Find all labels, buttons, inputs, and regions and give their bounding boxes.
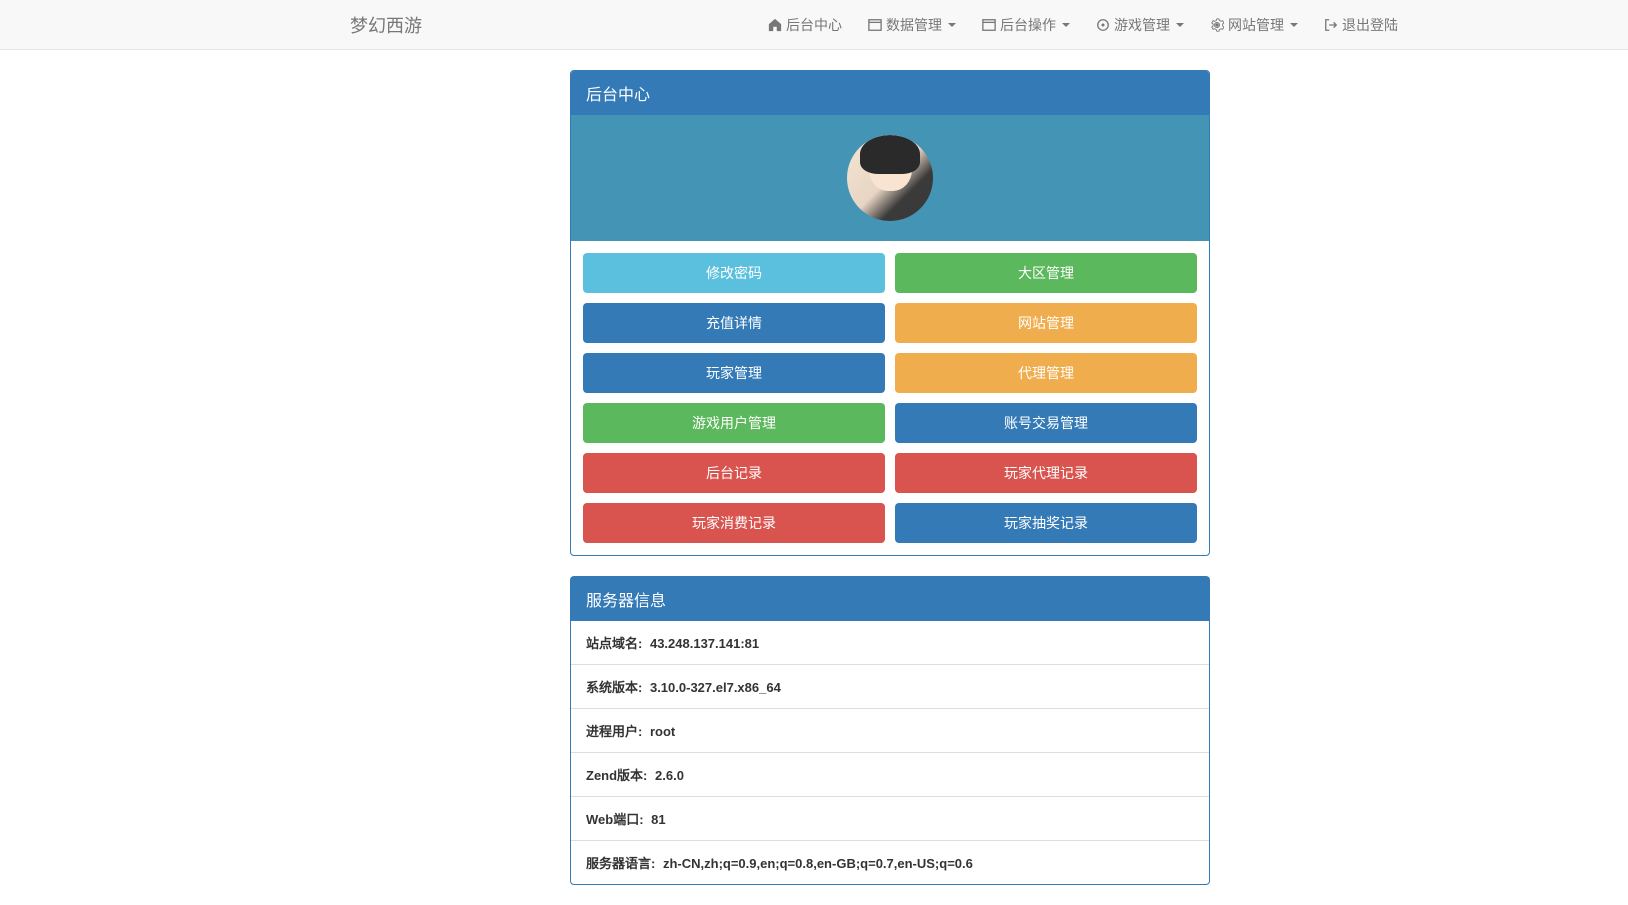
nav-game-label: 游戏管理 xyxy=(1114,15,1170,35)
game-user-manage-button[interactable]: 游戏用户管理 xyxy=(583,403,885,443)
caret-icon xyxy=(1062,23,1070,27)
server-info-item: Web端口: 81 xyxy=(571,797,1209,841)
recharge-detail-button[interactable]: 充值详情 xyxy=(583,303,885,343)
agent-manage-button[interactable]: 代理管理 xyxy=(895,353,1197,393)
server-info-item: 服务器语言: zh-CN,zh;q=0.9,en;q=0.8,en-GB;q=0… xyxy=(571,841,1209,884)
caret-icon xyxy=(948,23,956,27)
server-info-item: 系统版本: 3.10.0-327.el7.x86_64 xyxy=(571,665,1209,709)
site-manage-button[interactable]: 网站管理 xyxy=(895,303,1197,343)
gear-icon xyxy=(1210,18,1224,32)
server-info-item: 站点域名: 43.248.137.141:81 xyxy=(571,621,1209,665)
backend-log-button[interactable]: 后台记录 xyxy=(583,453,885,493)
server-info-item: Zend版本: 2.6.0 xyxy=(571,753,1209,797)
nav-logout-label: 退出登陆 xyxy=(1342,15,1398,35)
nav-site-label: 网站管理 xyxy=(1228,15,1284,35)
server-item-label: Zend版本: xyxy=(586,768,647,783)
crosshair-icon xyxy=(1096,18,1110,32)
server-item-label: 系统版本: xyxy=(586,680,642,695)
server-item-value: 3.10.0-327.el7.x86_64 xyxy=(650,680,781,695)
player-manage-button[interactable]: 玩家管理 xyxy=(583,353,885,393)
server-item-value: zh-CN,zh;q=0.9,en;q=0.8,en-GB;q=0.7,en-U… xyxy=(663,856,973,871)
nav-home-label: 后台中心 xyxy=(786,15,842,35)
server-item-label: 进程用户: xyxy=(586,724,642,739)
dashboard-panel: 后台中心 修改密码 大区管理 充值详情 网站管理 玩家管理 代理管理 游戏用户管… xyxy=(570,70,1210,556)
brand-title: 梦幻西游 xyxy=(20,12,422,38)
nav-game[interactable]: 游戏管理 xyxy=(1086,7,1194,43)
server-item-value: 43.248.137.141:81 xyxy=(650,636,759,651)
player-lottery-log-button[interactable]: 玩家抽奖记录 xyxy=(895,503,1197,543)
caret-icon xyxy=(1176,23,1184,27)
window-icon xyxy=(868,18,882,32)
server-item-label: 站点域名: xyxy=(586,636,642,651)
nav-data-label: 数据管理 xyxy=(886,15,942,35)
avatar-section xyxy=(571,115,1209,241)
account-trade-manage-button[interactable]: 账号交易管理 xyxy=(895,403,1197,443)
caret-icon xyxy=(1290,23,1298,27)
player-consume-log-button[interactable]: 玩家消费记录 xyxy=(583,503,885,543)
button-grid: 修改密码 大区管理 充值详情 网站管理 玩家管理 代理管理 游戏用户管理 账号交… xyxy=(571,241,1209,555)
nav-menu: 后台中心 数据管理 后台操作 游戏管理 网站管 xyxy=(758,7,1608,43)
server-item-label: Web端口: xyxy=(586,812,644,827)
server-item-value: root xyxy=(650,724,675,739)
panel-title: 后台中心 xyxy=(571,71,1209,115)
nav-data[interactable]: 数据管理 xyxy=(858,7,966,43)
user-avatar xyxy=(847,135,933,221)
server-info-list: 站点域名: 43.248.137.141:81 系统版本: 3.10.0-327… xyxy=(571,621,1209,884)
server-info-panel: 服务器信息 站点域名: 43.248.137.141:81 系统版本: 3.10… xyxy=(570,576,1210,885)
navbar: 梦幻西游 后台中心 数据管理 后台操作 游戏管理 xyxy=(0,0,1628,50)
home-icon xyxy=(768,18,782,32)
panel-body: 修改密码 大区管理 充值详情 网站管理 玩家管理 代理管理 游戏用户管理 账号交… xyxy=(571,115,1209,555)
server-item-value: 81 xyxy=(651,812,665,827)
server-panel-title: 服务器信息 xyxy=(571,577,1209,621)
logout-icon xyxy=(1324,18,1338,32)
server-item-value: 2.6.0 xyxy=(655,768,684,783)
server-item-label: 服务器语言: xyxy=(586,856,655,871)
nav-home[interactable]: 后台中心 xyxy=(758,7,852,43)
nav-site[interactable]: 网站管理 xyxy=(1200,7,1308,43)
window-icon xyxy=(982,18,996,32)
modify-password-button[interactable]: 修改密码 xyxy=(583,253,885,293)
nav-backend-label: 后台操作 xyxy=(1000,15,1056,35)
nav-backend[interactable]: 后台操作 xyxy=(972,7,1080,43)
main-container: 后台中心 修改密码 大区管理 充值详情 网站管理 玩家管理 代理管理 游戏用户管… xyxy=(555,70,1225,885)
zone-manage-button[interactable]: 大区管理 xyxy=(895,253,1197,293)
server-info-item: 进程用户: root xyxy=(571,709,1209,753)
player-agent-log-button[interactable]: 玩家代理记录 xyxy=(895,453,1197,493)
nav-logout[interactable]: 退出登陆 xyxy=(1314,7,1408,43)
